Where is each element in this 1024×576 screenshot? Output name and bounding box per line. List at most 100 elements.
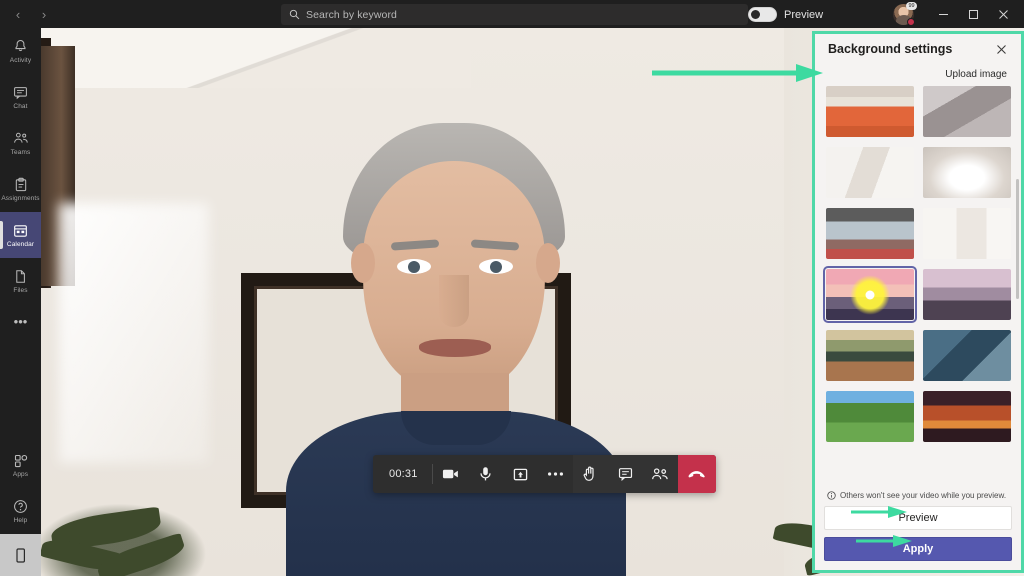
share-screen-button[interactable] <box>503 455 538 493</box>
hang-up-button[interactable] <box>677 455 716 493</box>
thumb-grey-blurred-room[interactable] <box>923 86 1011 137</box>
sidebar-label-help: Help <box>13 516 28 524</box>
show-participants-button[interactable] <box>643 455 678 493</box>
raise-hand-icon <box>583 466 594 481</box>
preview-button[interactable]: Preview <box>824 506 1012 530</box>
sidebar-label-chat: Chat <box>13 102 28 110</box>
thumbnail-scroll-area[interactable] <box>815 84 1021 486</box>
background-settings-panel: Background settings Upload image Others … <box>812 31 1024 573</box>
person-mouth <box>419 339 491 357</box>
thumb-orange-sofa-room[interactable] <box>826 86 914 137</box>
files-icon <box>14 269 27 285</box>
raise-hand-button[interactable] <box>573 455 608 493</box>
sidebar-label-calendar: Calendar <box>6 240 35 248</box>
apply-button[interactable]: Apply <box>824 537 1012 561</box>
close-icon[interactable] <box>993 41 1009 57</box>
person-nose <box>439 275 469 327</box>
avatar[interactable]: 99 <box>893 1 917 26</box>
more-actions-button[interactable] <box>538 455 573 493</box>
sidebar-item-activity[interactable]: Activity <box>0 28 41 74</box>
thumb-white-alcove-plants[interactable] <box>923 208 1011 259</box>
teams-meeting-window: ‹ › Search by keyword Preview 99 Activit… <box>0 0 1024 576</box>
sidebar-item-calendar[interactable]: Calendar <box>0 212 41 258</box>
teams-icon <box>13 131 29 147</box>
sidebar-item-files[interactable]: Files <box>0 258 41 304</box>
title-bar: ‹ › Search by keyword Preview 99 <box>0 0 1024 28</box>
thumb-bridge-sunset-illustration[interactable] <box>823 266 917 323</box>
search-input[interactable]: Search by keyword <box>281 4 748 25</box>
search-placeholder-text: Search by keyword <box>306 8 397 21</box>
upload-image-button[interactable]: Upload image <box>945 69 1007 80</box>
nav-arrows: ‹ › <box>10 6 52 22</box>
person-collar <box>401 411 511 445</box>
sidebar-item-chat[interactable]: Chat <box>0 74 41 120</box>
thumb-white-studio-room[interactable] <box>923 147 1011 198</box>
panel-header: Background settings <box>815 34 1021 64</box>
minimize-icon <box>938 13 948 15</box>
sidebar-label-files: Files <box>13 286 28 294</box>
thumb-classroom-illustration[interactable] <box>826 330 914 381</box>
thumb-fire-battle-illustration[interactable] <box>923 391 1011 442</box>
plant-left <box>41 484 226 576</box>
thumb-white-corridor[interactable] <box>826 147 914 198</box>
calendar-icon <box>13 223 28 239</box>
person-eye-left <box>397 259 431 274</box>
person-ear-left <box>351 243 375 283</box>
sidebar-item-teams[interactable]: Teams <box>0 120 41 166</box>
video-camera-icon <box>442 469 458 479</box>
mic-toggle-button[interactable] <box>468 455 503 493</box>
person-ear-right <box>536 243 560 283</box>
info-icon <box>827 491 836 500</box>
panel-footer: Others won't see your video while you pr… <box>815 486 1021 570</box>
window-light <box>59 203 209 463</box>
maximize-button[interactable] <box>958 0 988 28</box>
sidebar-item-assignments[interactable]: Assignments <box>0 166 41 212</box>
minimize-button[interactable] <box>928 0 958 28</box>
avatar-status-dot <box>907 17 915 26</box>
preview-toggle-group[interactable]: Preview <box>748 4 823 25</box>
ellipsis-icon <box>547 472 563 476</box>
microphone-icon <box>479 467 491 481</box>
sidebar-label-assignments: Assignments <box>1 194 40 202</box>
clipboard-icon <box>14 177 28 193</box>
camera-toggle-button[interactable] <box>433 455 468 493</box>
bell-icon <box>13 39 28 55</box>
sidebar-item-device[interactable] <box>0 534 41 576</box>
thumbnail-loading-spinner <box>850 274 890 315</box>
left-nav-rail: Activity Chat Teams Assignments Calendar <box>0 28 41 576</box>
forward-icon[interactable]: › <box>36 6 52 22</box>
preview-notice-text: Others won't see your video while you pr… <box>840 491 1007 500</box>
phone-hangup-icon <box>688 470 705 477</box>
window-controls-group: 99 <box>893 0 1018 28</box>
thumb-scifi-lab-illustration[interactable] <box>923 330 1011 381</box>
panel-title: Background settings <box>828 42 953 56</box>
person-eye-right <box>479 259 513 274</box>
call-secondary-group <box>572 455 678 493</box>
background-thumbnail-grid <box>823 86 1011 442</box>
thumb-minecraft-village[interactable] <box>826 391 914 442</box>
chat-bubble-icon <box>618 468 632 481</box>
sidebar-label-activity: Activity <box>9 56 32 64</box>
sidebar-item-apps[interactable]: Apps <box>0 442 41 488</box>
sidebar-label-apps: Apps <box>12 470 29 478</box>
close-icon <box>998 9 1008 19</box>
sidebar-more-button[interactable]: ••• <box>14 304 28 338</box>
call-control-bar: 00:31 <box>373 455 716 493</box>
preview-toggle-label: Preview <box>784 8 824 21</box>
mobile-device-icon <box>14 547 27 563</box>
preview-notice: Others won't see your video while you pr… <box>824 486 1012 506</box>
back-icon[interactable]: ‹ <box>10 6 26 22</box>
close-button[interactable] <box>988 0 1018 28</box>
people-icon <box>652 468 668 480</box>
show-conversation-button[interactable] <box>608 455 643 493</box>
thumb-loft-office[interactable] <box>826 208 914 259</box>
sidebar-item-help[interactable]: Help <box>0 488 41 534</box>
share-screen-icon <box>513 468 527 480</box>
preview-toggle[interactable] <box>748 7 777 22</box>
panel-scrollbar-thumb[interactable] <box>1016 179 1019 299</box>
chat-icon <box>13 85 28 101</box>
sidebar-label-teams: Teams <box>10 148 31 156</box>
apps-icon <box>14 453 28 469</box>
help-icon <box>13 499 28 515</box>
thumb-mountain-arch-illustration[interactable] <box>923 269 1011 320</box>
